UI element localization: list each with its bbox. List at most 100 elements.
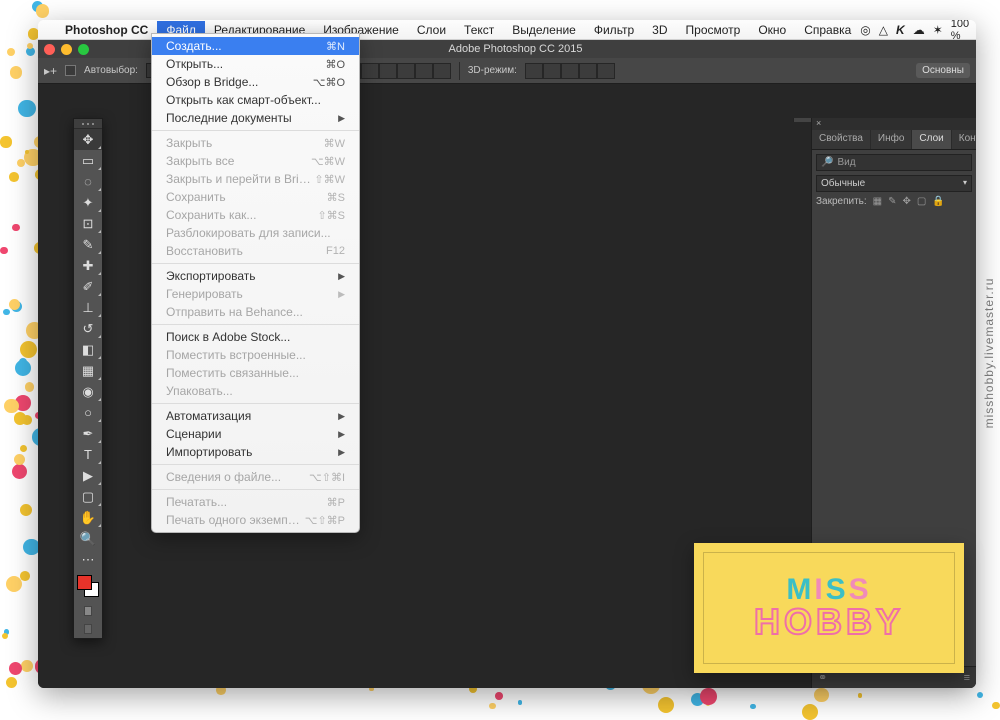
dist-btn[interactable]: [415, 63, 433, 79]
marquee-tool[interactable]: ▭: [74, 150, 102, 171]
blur-tool[interactable]: ◉: [74, 381, 102, 402]
menu-выделение[interactable]: Выделение: [503, 21, 585, 39]
panel-tab[interactable]: Слои: [912, 130, 951, 149]
move-tool-icon[interactable]: ▸+: [44, 64, 57, 78]
stamp-tool[interactable]: ⊥: [74, 297, 102, 318]
menu-текст[interactable]: Текст: [455, 21, 503, 39]
layer-filter[interactable]: 🔎 Вид: [816, 154, 972, 171]
workspace-pill[interactable]: Основны: [916, 63, 970, 78]
menu-item: Печать одного экземпляра⌥⇧⌘P: [152, 511, 359, 529]
drive-icon[interactable]: △: [879, 23, 888, 37]
panel-menu-icon[interactable]: ≡: [964, 672, 970, 684]
confetti-dot: [658, 697, 674, 713]
lasso-tool[interactable]: ◌: [74, 171, 102, 192]
history-brush-tool[interactable]: ↺: [74, 318, 102, 339]
menu-3d[interactable]: 3D: [643, 21, 676, 39]
menu-item[interactable]: Последние документы▶: [152, 109, 359, 127]
palette-grip[interactable]: [74, 119, 102, 129]
cc-icon[interactable]: ◎: [860, 23, 870, 37]
3d-btn[interactable]: [579, 63, 597, 79]
battery-text: 100 %: [951, 20, 973, 42]
crop-tool[interactable]: ⊡: [74, 213, 102, 234]
path-select-tool[interactable]: ▶: [74, 465, 102, 486]
menu-item[interactable]: Открыть...⌘O: [152, 55, 359, 73]
dist-btn[interactable]: [361, 63, 379, 79]
eyedropper-tool[interactable]: ✎: [74, 234, 102, 255]
menu-слои[interactable]: Слои: [408, 21, 455, 39]
menu-item: Сведения о файле...⌥⇧⌘I: [152, 468, 359, 486]
menu-окно[interactable]: Окно: [749, 21, 795, 39]
dist-btn[interactable]: [397, 63, 415, 79]
confetti-dot: [25, 382, 34, 391]
menu-фильтр[interactable]: Фильтр: [585, 21, 643, 39]
menu-item[interactable]: Сценарии▶: [152, 425, 359, 443]
pen-tool[interactable]: ✒: [74, 423, 102, 444]
brush-tool[interactable]: ✐: [74, 276, 102, 297]
3d-btn[interactable]: [525, 63, 543, 79]
eraser-tool[interactable]: ◧: [74, 339, 102, 360]
confetti-dot: [518, 700, 522, 704]
lock-move-icon[interactable]: ✥: [903, 196, 911, 207]
side-watermark: misshobby.livemaster.ru: [982, 277, 996, 428]
edit-toolbar[interactable]: ⋯: [74, 549, 102, 570]
k-icon[interactable]: K: [896, 23, 905, 37]
menu-просмотр[interactable]: Просмотр: [677, 21, 750, 39]
quickmask-toggle[interactable]: [74, 602, 102, 620]
foreground-color[interactable]: [77, 575, 92, 590]
panel-tab[interactable]: Инфо: [871, 130, 913, 149]
app-name[interactable]: Photoshop CC: [56, 21, 157, 39]
panel-tab[interactable]: Контуры: [952, 130, 976, 149]
confetti-dot: [20, 445, 27, 452]
autoselect-label: Автовыбор:: [84, 65, 138, 76]
panel-tab[interactable]: Свойства: [812, 130, 871, 149]
menu-item: Отправить на Behance...: [152, 303, 359, 321]
wand-tool[interactable]: ✦: [74, 192, 102, 213]
menu-item[interactable]: Импортировать▶: [152, 443, 359, 461]
lock-pixels-icon[interactable]: ▦: [873, 196, 882, 207]
dist-btn[interactable]: [379, 63, 397, 79]
zoom-tool[interactable]: 🔍: [74, 528, 102, 549]
menu-item[interactable]: Экспортировать▶: [152, 267, 359, 285]
confetti-dot: [977, 692, 983, 698]
collapsed-dock[interactable]: [793, 118, 811, 122]
menu-item: Разблокировать для записи...: [152, 224, 359, 242]
shape-tool[interactable]: ▢: [74, 486, 102, 507]
menu-справка[interactable]: Справка: [795, 21, 860, 39]
lock-all-icon[interactable]: 🔒: [932, 196, 944, 207]
move-tool[interactable]: ✥: [74, 129, 102, 150]
lock-artboard-icon[interactable]: ▢: [917, 196, 926, 207]
confetti-dot: [12, 464, 27, 479]
filter-label: Вид: [837, 157, 855, 168]
autoselect-checkbox[interactable]: [65, 65, 76, 76]
cloud-icon[interactable]: ☁︎: [913, 23, 925, 37]
dodge-tool[interactable]: ○: [74, 402, 102, 423]
3d-btn[interactable]: [561, 63, 579, 79]
blend-mode-select[interactable]: Обычные: [816, 175, 972, 192]
color-swatches[interactable]: [74, 572, 102, 600]
screenmode-toggle[interactable]: [74, 620, 102, 638]
menu-item[interactable]: Обзор в Bridge...⌥⌘O: [152, 73, 359, 91]
menu-item[interactable]: Открыть как смарт-объект...: [152, 91, 359, 109]
heal-tool[interactable]: ✚: [74, 255, 102, 276]
confetti-dot: [700, 688, 717, 705]
menu-item[interactable]: Поиск в Adobe Stock...: [152, 328, 359, 346]
panel-close-row[interactable]: ×: [812, 118, 976, 130]
confetti-dot: [0, 136, 11, 147]
confetti-dot: [495, 692, 503, 700]
type-tool[interactable]: T: [74, 444, 102, 465]
confetti-dot: [21, 660, 33, 672]
gradient-tool[interactable]: ▦: [74, 360, 102, 381]
menubar-right: ◎ △ K ☁︎ ✶ 100 % ▭: [860, 20, 976, 42]
menu-item[interactable]: Автоматизация▶: [152, 407, 359, 425]
3d-btn[interactable]: [597, 63, 615, 79]
lock-position-icon[interactable]: ✎: [888, 196, 896, 207]
mode-3d-label: 3D-режим:: [468, 65, 517, 76]
3d-btn[interactable]: [543, 63, 561, 79]
hand-tool[interactable]: ✋: [74, 507, 102, 528]
window-close[interactable]: [44, 44, 55, 55]
dist-btn[interactable]: [433, 63, 451, 79]
wifi-icon[interactable]: ✶: [933, 23, 943, 37]
panel-tabs: СвойстваИнфоСлоиКонтуры: [812, 130, 976, 150]
menu-item[interactable]: Создать...⌘N: [152, 37, 359, 55]
confetti-dot: [802, 704, 818, 720]
